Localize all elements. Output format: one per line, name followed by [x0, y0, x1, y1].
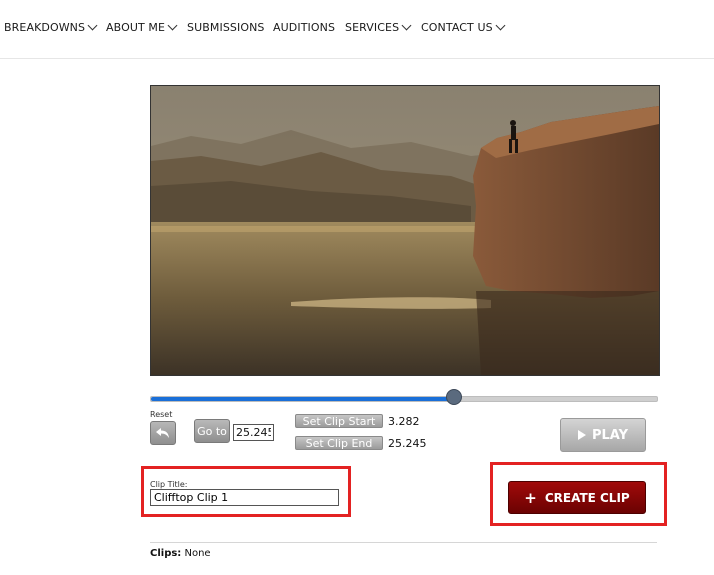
- create-clip-label: CREATE CLIP: [544, 490, 630, 505]
- clip-title-label: Clip Title:: [150, 480, 188, 489]
- seek-slider-track[interactable]: [150, 396, 658, 402]
- nav-contact-us[interactable]: CONTACT US: [421, 20, 506, 34]
- chevron-down-icon: [401, 20, 412, 31]
- nav-label: ABOUT ME: [106, 21, 166, 34]
- reset-button[interactable]: [150, 421, 176, 445]
- play-button[interactable]: PLAY: [560, 418, 646, 452]
- clip-title-input[interactable]: [150, 489, 339, 506]
- nav-breakdowns[interactable]: BREAKDOWNS: [4, 20, 98, 34]
- goto-button[interactable]: Go to: [194, 419, 230, 443]
- nav-label: SERVICES: [345, 21, 400, 34]
- set-clip-start-button[interactable]: Set Clip Start: [295, 414, 383, 428]
- nav-label: AUDITIONS: [273, 21, 336, 34]
- clips-list: Clips: None: [150, 548, 211, 559]
- nav-about-me[interactable]: ABOUT ME: [106, 20, 178, 34]
- nav-label: BREAKDOWNS: [4, 21, 86, 34]
- top-navigation: BREAKDOWNS ABOUT ME SUBMISSIONS AUDITION…: [0, 0, 714, 59]
- set-clip-end-button[interactable]: Set Clip End: [295, 436, 383, 450]
- clip-end-value: 25.245: [388, 437, 427, 450]
- clips-label: Clips:: [150, 548, 182, 559]
- play-button-label: PLAY: [591, 427, 629, 443]
- nav-submissions[interactable]: SUBMISSIONS: [187, 21, 265, 34]
- nav-label: SUBMISSIONS: [187, 21, 265, 34]
- plus-icon: +: [524, 488, 537, 507]
- nav-auditions[interactable]: AUDITIONS: [273, 21, 335, 34]
- seek-slider-progress: [151, 397, 455, 401]
- goto-time-input[interactable]: [233, 424, 274, 441]
- play-icon: [577, 430, 586, 440]
- clips-value: None: [184, 548, 211, 559]
- video-player[interactable]: [150, 85, 660, 376]
- nav-services[interactable]: SERVICES: [345, 20, 412, 34]
- nav-label: CONTACT US: [421, 21, 493, 34]
- chevron-down-icon: [495, 20, 506, 31]
- clip-start-value: 3.282: [388, 415, 420, 428]
- seek-slider-handle[interactable]: [446, 389, 462, 405]
- create-clip-button[interactable]: + CREATE CLIP: [508, 481, 646, 514]
- undo-arrow-icon: [156, 428, 169, 438]
- reset-label: Reset: [150, 410, 173, 419]
- chevron-down-icon: [87, 20, 98, 31]
- divider: [150, 542, 657, 543]
- video-frame-image: [151, 86, 659, 375]
- chevron-down-icon: [167, 20, 178, 31]
